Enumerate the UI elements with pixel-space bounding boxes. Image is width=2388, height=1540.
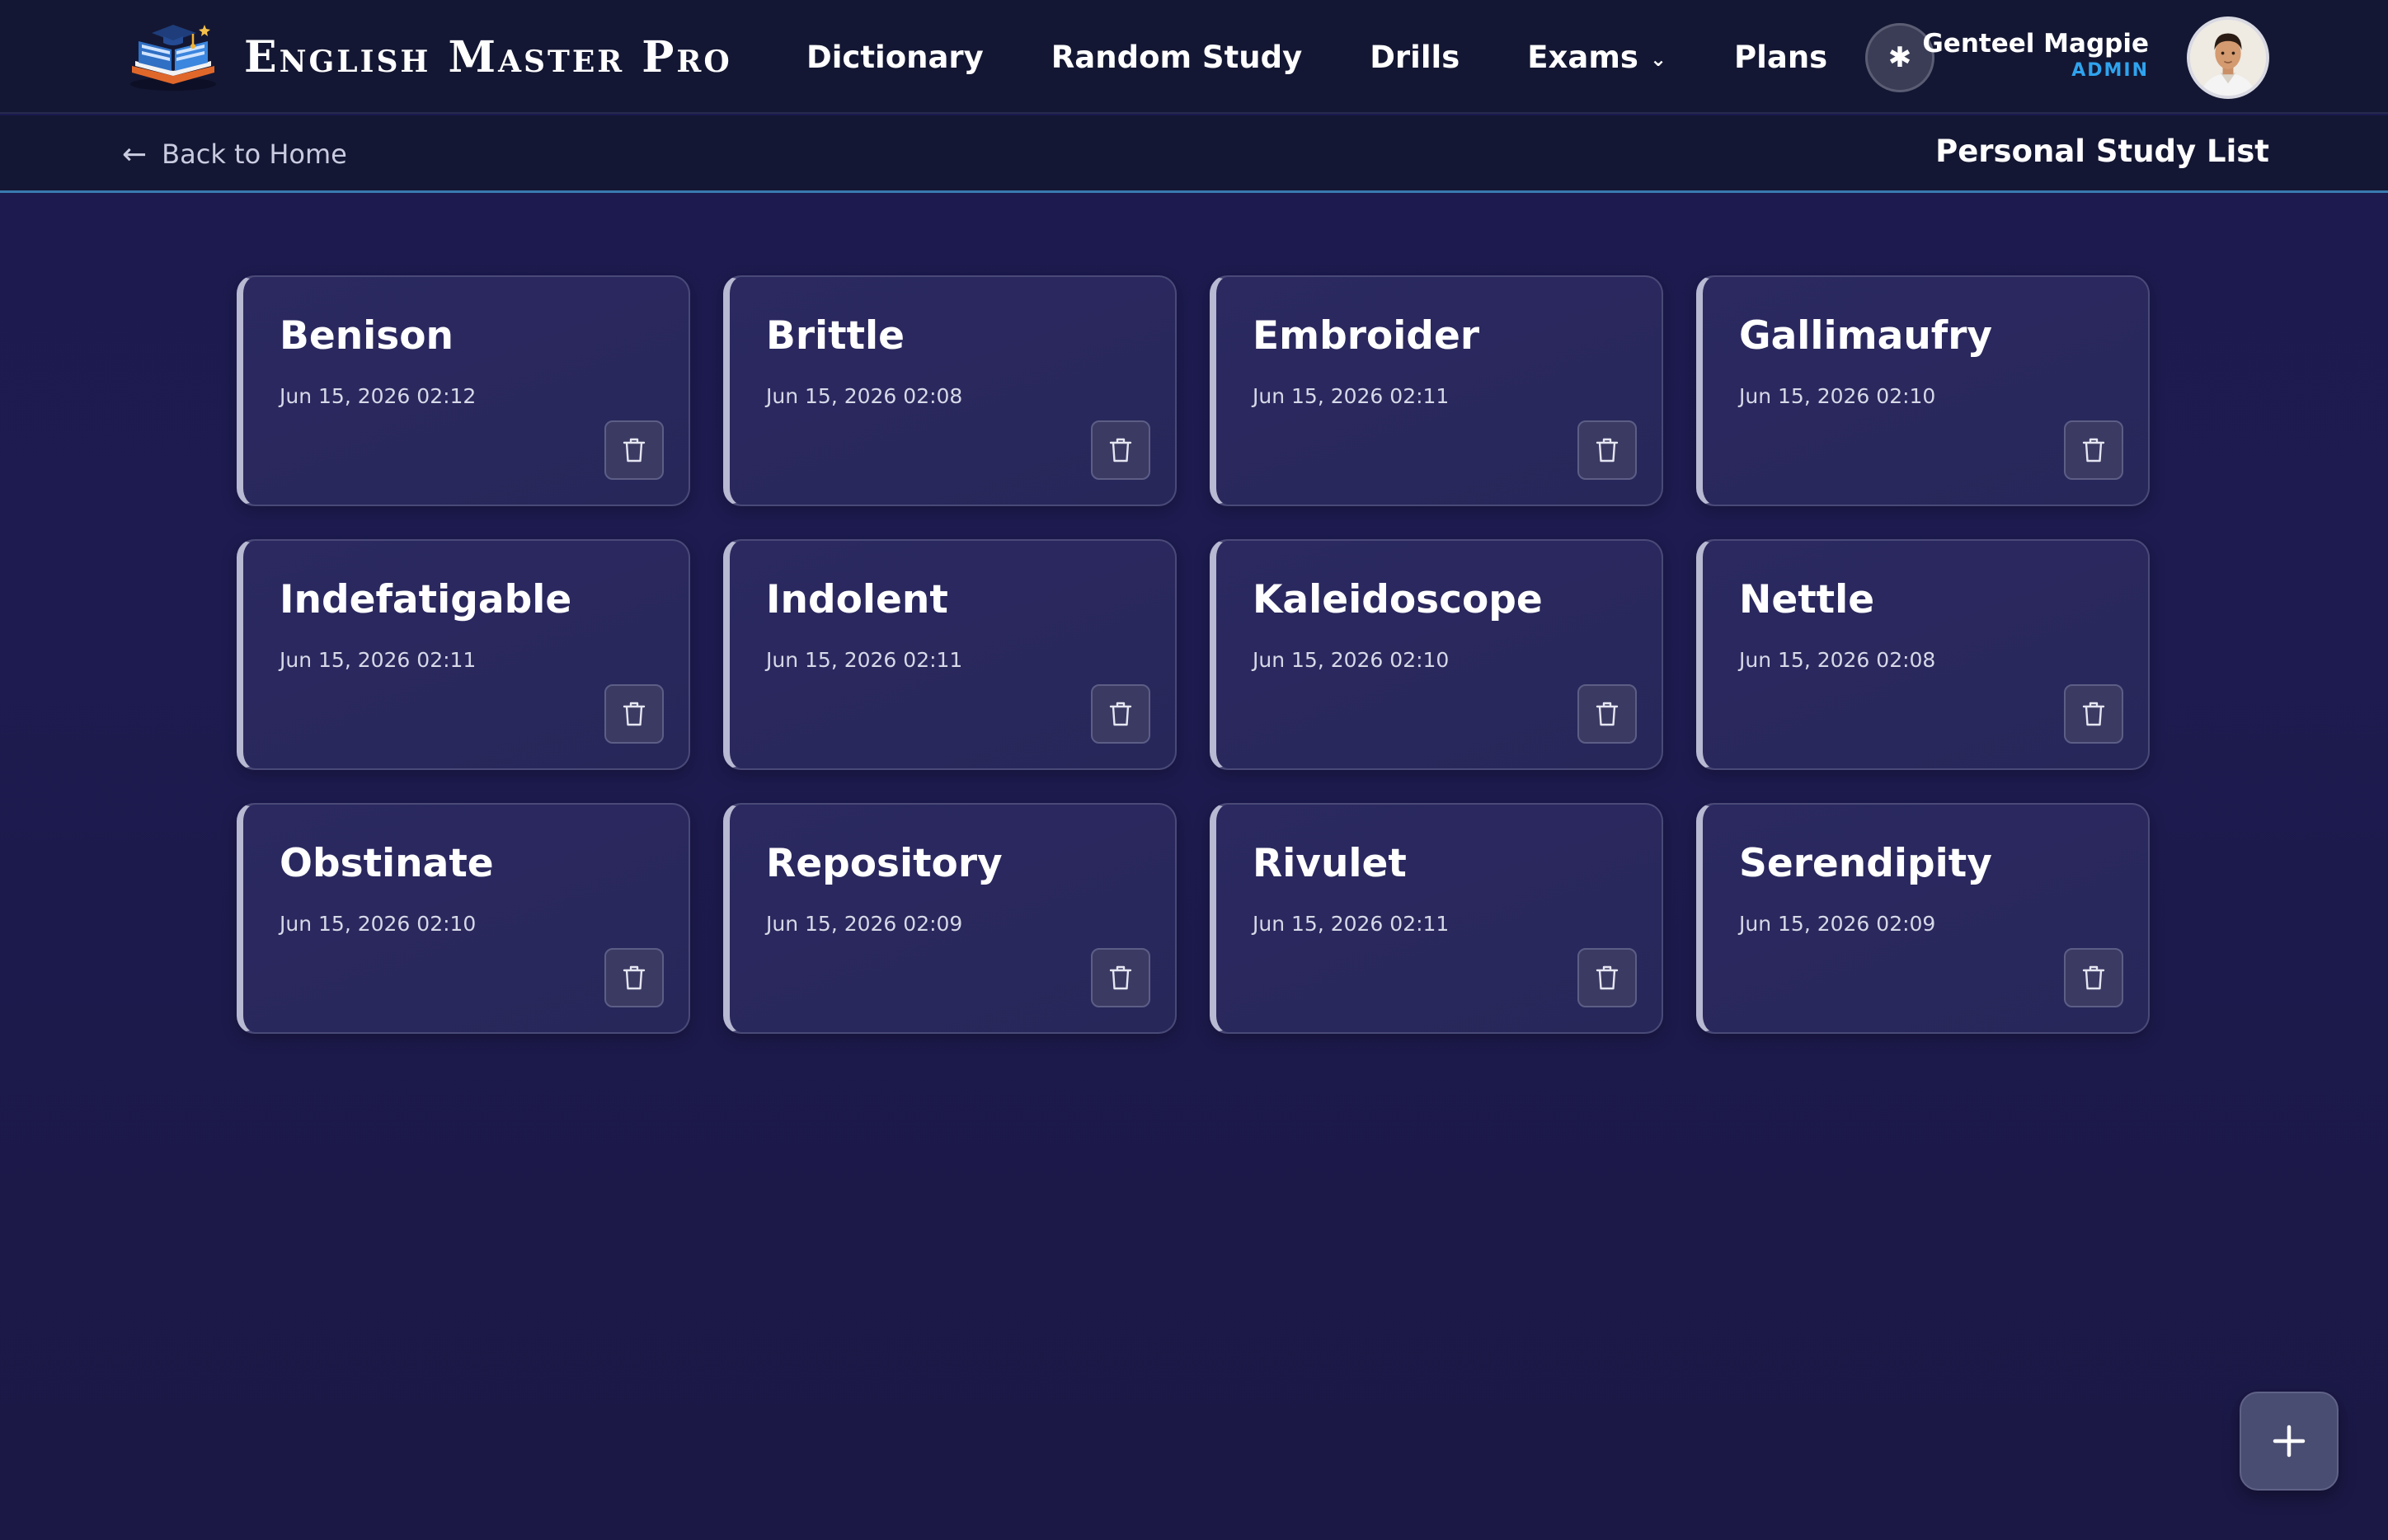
word-card[interactable]: Rivulet Jun 15, 2026 02:11	[1210, 803, 1663, 1034]
word-card[interactable]: Serendipity Jun 15, 2026 02:09	[1696, 803, 2150, 1034]
nav-random-study[interactable]: Random Study	[1051, 40, 1302, 75]
word-card[interactable]: Repository Jun 15, 2026 02:09	[723, 803, 1177, 1034]
avatar[interactable]	[2187, 16, 2269, 99]
plus-icon	[2273, 1425, 2306, 1458]
word-card[interactable]: Benison Jun 15, 2026 02:12	[237, 275, 690, 506]
card-word: Gallimaufry	[1739, 313, 1993, 359]
delete-button[interactable]	[1577, 948, 1637, 1007]
card-word: Kaleidoscope	[1253, 577, 1543, 622]
nav-plans[interactable]: Plans	[1734, 40, 1827, 75]
trash-icon	[1596, 438, 1619, 462]
study-list-grid: Benison Jun 15, 2026 02:12 Brittle Jun 1…	[237, 275, 2151, 1034]
delete-button[interactable]	[1577, 420, 1637, 480]
word-card[interactable]: Obstinate Jun 15, 2026 02:10	[237, 803, 690, 1034]
trash-icon	[2082, 702, 2105, 726]
delete-button[interactable]	[1577, 684, 1637, 744]
arrow-left-icon: ←	[122, 137, 148, 171]
card-word: Brittle	[766, 313, 905, 359]
card-date: Jun 15, 2026 02:10	[280, 912, 477, 936]
delete-button[interactable]	[604, 420, 664, 480]
user-info[interactable]: Genteel Magpie ADMIN	[1922, 28, 2149, 82]
user-role-badge: ADMIN	[2071, 60, 2149, 81]
add-word-button[interactable]	[2240, 1392, 2339, 1491]
nav-exams[interactable]: Exams ⌄	[1527, 40, 1666, 75]
back-to-home-link[interactable]: ← Back to Home	[122, 135, 347, 173]
word-card[interactable]: Kaleidoscope Jun 15, 2026 02:10	[1210, 539, 1663, 770]
card-word: Indolent	[766, 577, 948, 622]
chevron-down-icon: ⌄	[1649, 48, 1667, 71]
trash-icon	[1109, 438, 1132, 462]
card-date: Jun 15, 2026 02:11	[766, 648, 963, 672]
books-logo-icon	[130, 25, 216, 91]
brand[interactable]: English Master Pro	[122, 18, 732, 96]
page-title: Personal Study List	[1935, 134, 2269, 169]
word-card[interactable]: Indefatigable Jun 15, 2026 02:11	[237, 539, 690, 770]
user-avatar-icon	[2190, 20, 2266, 96]
delete-button[interactable]	[1091, 948, 1150, 1007]
card-date: Jun 15, 2026 02:08	[1739, 648, 1936, 672]
card-date: Jun 15, 2026 02:11	[1253, 384, 1450, 408]
card-date: Jun 15, 2026 02:09	[1739, 912, 1936, 936]
nav-dictionary[interactable]: Dictionary	[806, 40, 984, 75]
word-card[interactable]: Gallimaufry Jun 15, 2026 02:10	[1696, 275, 2150, 506]
trash-icon	[623, 438, 646, 462]
card-word: Indefatigable	[280, 577, 572, 622]
card-word: Nettle	[1739, 577, 1875, 622]
trash-icon	[1109, 702, 1132, 726]
word-card[interactable]: Embroider Jun 15, 2026 02:11	[1210, 275, 1663, 506]
card-word: Serendipity	[1739, 841, 1992, 886]
trash-icon	[1109, 965, 1132, 990]
card-date: Jun 15, 2026 02:11	[280, 648, 477, 672]
card-word: Obstinate	[280, 841, 494, 886]
nav-exams-label: Exams	[1527, 39, 1638, 75]
word-card[interactable]: Nettle Jun 15, 2026 02:08	[1696, 539, 2150, 770]
trash-icon	[623, 965, 646, 990]
card-word: Benison	[280, 313, 454, 359]
card-date: Jun 15, 2026 02:11	[1253, 912, 1450, 936]
card-date: Jun 15, 2026 02:09	[766, 912, 963, 936]
trash-icon	[1596, 702, 1619, 726]
top-navbar: English Master Pro Dictionary Random Stu…	[0, 0, 2388, 114]
trash-icon	[2082, 965, 2105, 990]
card-date: Jun 15, 2026 02:08	[766, 384, 963, 408]
nav-drills[interactable]: Drills	[1370, 40, 1460, 75]
delete-button[interactable]	[604, 948, 664, 1007]
card-word: Rivulet	[1253, 841, 1407, 886]
card-date: Jun 15, 2026 02:12	[280, 384, 477, 408]
trash-icon	[2082, 438, 2105, 462]
trash-icon	[623, 702, 646, 726]
delete-button[interactable]	[2064, 684, 2123, 744]
user-name: Genteel Magpie	[1922, 29, 2149, 59]
delete-button[interactable]	[1091, 420, 1150, 480]
word-card[interactable]: Brittle Jun 15, 2026 02:08	[723, 275, 1177, 506]
sub-header: ← Back to Home Personal Study List	[0, 115, 2388, 193]
brand-name: English Master Pro	[244, 31, 732, 82]
back-to-home-label: Back to Home	[162, 139, 347, 170]
card-word: Embroider	[1253, 313, 1480, 359]
card-date: Jun 15, 2026 02:10	[1253, 648, 1450, 672]
word-card[interactable]: Indolent Jun 15, 2026 02:11	[723, 539, 1177, 770]
delete-button[interactable]	[2064, 948, 2123, 1007]
main-nav: Dictionary Random Study Drills Exams ⌄ P…	[806, 0, 1895, 114]
delete-button[interactable]	[604, 684, 664, 744]
delete-button[interactable]	[2064, 420, 2123, 480]
trash-icon	[1596, 965, 1619, 990]
card-date: Jun 15, 2026 02:10	[1739, 384, 1936, 408]
delete-button[interactable]	[1091, 684, 1150, 744]
card-word: Repository	[766, 841, 1003, 886]
asterisk-icon: ✱	[1887, 42, 1912, 73]
